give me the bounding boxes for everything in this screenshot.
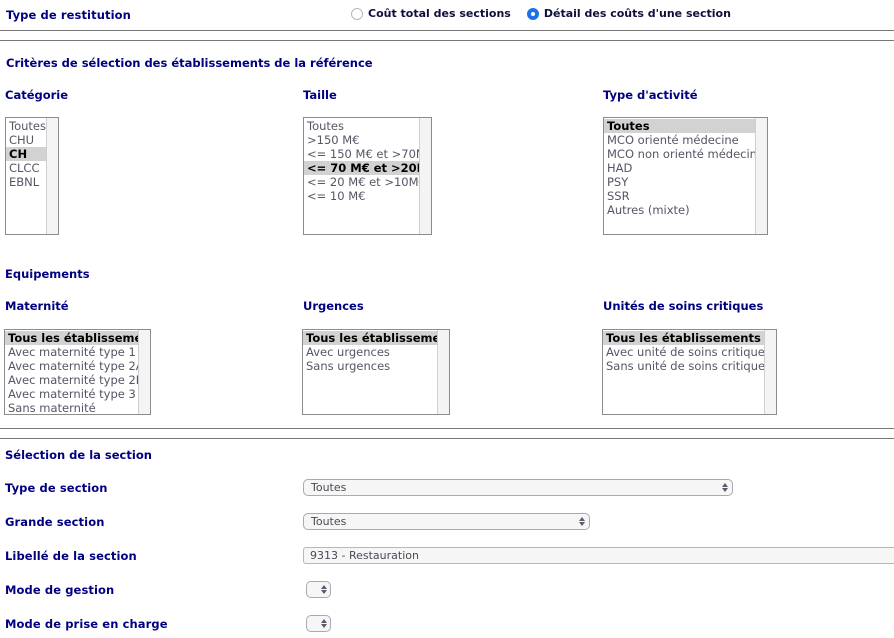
libelle-de-la-section-label: Libellé de la section — [5, 549, 137, 563]
listitem[interactable]: <= 10 M€ — [304, 189, 419, 203]
maternite-options[interactable]: Tous les établissements Avec maternité t… — [5, 330, 138, 414]
divider-top-1 — [0, 30, 894, 31]
listitem[interactable]: Avec maternité type 2B — [5, 373, 138, 387]
radio-label-detail-couts: Détail des coûts d'une section — [543, 7, 731, 20]
listitem[interactable]: Avec maternité type 2A — [5, 359, 138, 373]
radio-option-cout-total[interactable]: Coût total des sections — [351, 7, 511, 20]
libelle-de-la-section-input[interactable]: 9313 - Restauration — [303, 547, 894, 564]
categorie-options[interactable]: Toutes CHU CH CLCC EBNL — [6, 118, 46, 234]
listitem[interactable]: Sans urgences — [303, 359, 437, 373]
listitem-selected[interactable]: Tous les établissements — [303, 331, 437, 345]
taille-listbox[interactable]: Toutes >150 M€ <= 150 M€ et >70M€ <= 70 … — [303, 117, 432, 235]
urgences-listbox[interactable]: Tous les établissements Avec urgences Sa… — [302, 329, 450, 415]
type-de-restitution-label: Type de restitution — [6, 8, 131, 22]
divider-mid-1 — [0, 428, 894, 429]
unites-soins-critiques-listbox[interactable]: Tous les établissements Avec unité de so… — [602, 329, 777, 415]
selection-section-title: Sélection de la section — [5, 448, 152, 462]
unites-soins-critiques-scrollbar[interactable] — [764, 330, 776, 414]
divider-top-2 — [0, 40, 894, 41]
mode-de-prise-en-charge-label: Mode de prise en charge — [5, 617, 168, 631]
mode-de-gestion-label: Mode de gestion — [5, 583, 115, 597]
grande-section-value: Toutes — [311, 515, 347, 528]
listitem[interactable]: MCO orienté médecine — [604, 133, 755, 147]
taille-scrollbar[interactable] — [419, 118, 431, 234]
listitem[interactable]: HAD — [604, 161, 755, 175]
listitem-selected[interactable]: Toutes — [604, 119, 755, 133]
type-de-section-label: Type de section — [5, 481, 108, 495]
listitem[interactable]: Autres (mixte) — [604, 203, 755, 217]
listitem-selected[interactable]: Tous les établissements — [5, 331, 138, 345]
type-de-restitution-radio-group: Coût total des sections Détail des coûts… — [351, 7, 731, 20]
categorie-listbox[interactable]: Toutes CHU CH CLCC EBNL — [5, 117, 59, 235]
type-activite-listbox[interactable]: Toutes MCO orienté médecine MCO non orie… — [603, 117, 768, 235]
maternite-scrollbar[interactable] — [138, 330, 150, 414]
listitem[interactable]: Avec maternité type 3 — [5, 387, 138, 401]
criteres-section-title: Critères de sélection des établissements… — [6, 56, 373, 70]
chevron-updown-icon[interactable] — [321, 618, 327, 629]
grande-section-label: Grande section — [5, 515, 105, 529]
radio-label-cout-total: Coût total des sections — [368, 7, 511, 20]
listitem[interactable]: <= 20 M€ et >10M€ — [304, 175, 419, 189]
categorie-title: Catégorie — [5, 88, 69, 102]
radio-icon-unchecked[interactable] — [351, 7, 363, 20]
listitem-selected[interactable]: <= 70 M€ et >20M€ — [304, 161, 419, 175]
listitem[interactable]: >150 M€ — [304, 133, 419, 147]
taille-options[interactable]: Toutes >150 M€ <= 150 M€ et >70M€ <= 70 … — [304, 118, 419, 234]
mode-de-prise-en-charge-select[interactable] — [306, 615, 331, 632]
radio-icon-checked[interactable] — [526, 7, 539, 20]
listitem[interactable]: PSY — [604, 175, 755, 189]
unites-soins-critiques-title: Unités de soins critiques — [603, 299, 764, 313]
listitem-selected[interactable]: Tous les établissements — [603, 331, 764, 345]
type-activite-options[interactable]: Toutes MCO orienté médecine MCO non orie… — [604, 118, 755, 234]
maternite-title: Maternité — [5, 299, 69, 313]
listitem[interactable]: CHU — [6, 133, 46, 147]
divider-mid-2 — [0, 438, 894, 439]
listitem-selected[interactable]: CH — [6, 147, 46, 161]
urgences-scrollbar[interactable] — [437, 330, 449, 414]
unites-soins-critiques-options[interactable]: Tous les établissements Avec unité de so… — [603, 330, 764, 414]
grande-section-select[interactable]: Toutes — [303, 513, 590, 530]
listitem[interactable]: SSR — [604, 189, 755, 203]
radio-option-detail-couts[interactable]: Détail des coûts d'une section — [526, 7, 731, 20]
chevron-updown-icon[interactable] — [321, 584, 327, 595]
listitem[interactable]: EBNL — [6, 175, 46, 189]
listitem[interactable]: Avec maternité type 1 — [5, 345, 138, 359]
listitem[interactable]: MCO non orienté médecine — [604, 147, 755, 161]
type-activite-title: Type d'activité — [603, 88, 698, 102]
equipements-section-title: Equipements — [5, 267, 90, 281]
mode-de-gestion-select[interactable] — [306, 581, 331, 598]
listitem[interactable]: CLCC — [6, 161, 46, 175]
listitem[interactable]: <= 150 M€ et >70M€ — [304, 147, 419, 161]
maternite-listbox[interactable]: Tous les établissements Avec maternité t… — [4, 329, 151, 415]
urgences-title: Urgences — [303, 299, 364, 313]
listitem[interactable]: Toutes — [6, 119, 46, 133]
type-de-section-value: Toutes — [311, 481, 347, 494]
listitem[interactable]: Avec urgences — [303, 345, 437, 359]
listitem[interactable]: Sans maternité — [5, 401, 138, 414]
urgences-options[interactable]: Tous les établissements Avec urgences Sa… — [303, 330, 437, 414]
listitem[interactable]: Avec unité de soins critiques — [603, 345, 764, 359]
type-activite-scrollbar[interactable] — [755, 118, 767, 234]
listitem[interactable]: Sans unité de soins critiques — [603, 359, 764, 373]
chevron-updown-icon[interactable] — [722, 482, 728, 493]
libelle-de-la-section-value: 9313 - Restauration — [310, 549, 419, 562]
type-de-section-select[interactable]: Toutes — [303, 479, 733, 496]
categorie-scrollbar[interactable] — [46, 118, 58, 234]
chevron-updown-icon[interactable] — [579, 516, 585, 527]
taille-title: Taille — [303, 88, 337, 102]
listitem[interactable]: Toutes — [304, 119, 419, 133]
